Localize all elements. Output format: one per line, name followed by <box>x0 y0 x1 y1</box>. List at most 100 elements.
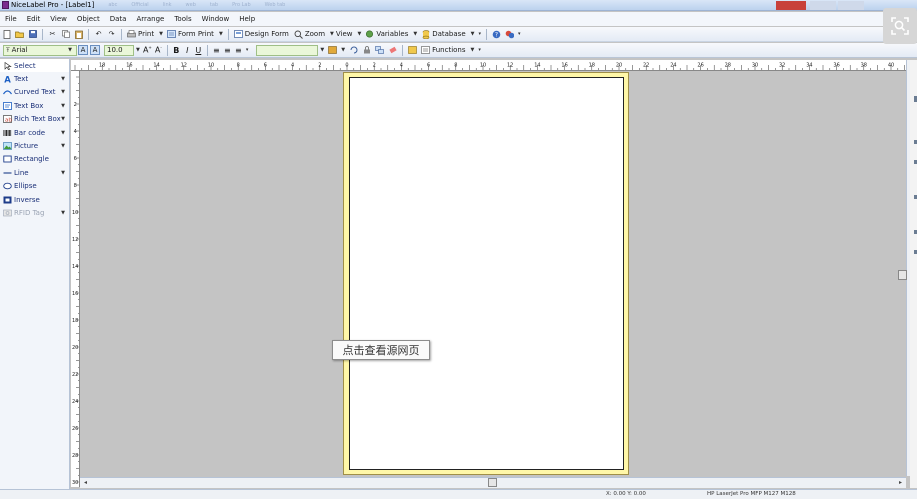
undo-icon[interactable]: ↶ <box>94 30 103 39</box>
chevron-down-icon[interactable]: ▼ <box>136 47 140 53</box>
form-print-icon[interactable] <box>167 30 176 39</box>
menu-data[interactable]: Data <box>105 15 132 23</box>
align-right-button[interactable]: ≡ <box>233 46 244 55</box>
menu-tools[interactable]: Tools <box>169 15 196 23</box>
chevron-down-icon[interactable]: ▼ <box>358 31 362 37</box>
toolbox-item-select[interactable]: Select <box>0 59 69 73</box>
eraser-icon[interactable] <box>388 46 397 55</box>
scroll-right-arrow-icon[interactable]: ▸ <box>899 479 902 486</box>
chevron-down-icon[interactable]: ▼ <box>61 210 65 216</box>
design-form-icon[interactable] <box>233 30 243 39</box>
chevron-down-icon[interactable]: ▼ <box>61 143 65 149</box>
view-source-tooltip[interactable]: 点击查看源网页 <box>332 340 430 360</box>
toolbar-overflow-icon[interactable]: ▾ <box>518 31 521 37</box>
database-button[interactable]: Database <box>432 30 465 38</box>
menu-arrange[interactable]: Arrange <box>131 15 169 23</box>
toolbox-item-inverse[interactable]: Inverse <box>0 193 69 206</box>
font-toggle-b-button[interactable]: A <box>90 45 100 55</box>
toolbox-item-rectangle[interactable]: Rectangle <box>0 153 69 166</box>
grow-font-button[interactable]: A+ <box>142 45 153 55</box>
functions-icon[interactable] <box>421 46 430 55</box>
group-icon[interactable] <box>375 46 384 55</box>
shrink-font-button[interactable]: A- <box>153 45 164 55</box>
ruler-label: 32 <box>779 63 785 69</box>
menu-help[interactable]: Help <box>234 15 260 23</box>
minimize-window-button[interactable] <box>810 1 836 10</box>
chevron-down-icon[interactable]: ▼ <box>61 103 65 109</box>
redo-icon[interactable]: ↷ <box>107 30 116 39</box>
scroll-left-arrow-icon[interactable]: ◂ <box>84 479 87 486</box>
function-wizard-icon[interactable] <box>408 46 417 55</box>
menu-edit[interactable]: Edit <box>22 15 46 23</box>
toolbox-item-label: Picture <box>14 142 39 151</box>
label-printable-area[interactable] <box>349 77 624 470</box>
italic-button[interactable]: I <box>182 46 193 55</box>
help-icon[interactable]: ? <box>492 30 501 39</box>
settings-icon[interactable] <box>505 30 514 39</box>
horizontal-scroll-thumb[interactable] <box>488 478 497 487</box>
chevron-down-icon[interactable]: ▼ <box>61 76 65 82</box>
chevron-down-icon[interactable]: ▼ <box>159 31 163 37</box>
image-search-button[interactable] <box>883 8 917 44</box>
font-size-select[interactable]: 10.0 <box>104 44 134 56</box>
underline-button[interactable]: U <box>193 46 204 55</box>
chevron-down-icon[interactable]: ▼ <box>61 116 65 122</box>
chevron-down-icon[interactable]: ▼ <box>471 31 475 37</box>
variables-button[interactable]: Variables <box>376 30 408 38</box>
chevron-down-icon[interactable]: ▼ <box>330 31 334 37</box>
menu-view[interactable]: View <box>45 15 72 23</box>
chevron-down-icon[interactable]: ▼ <box>219 31 223 37</box>
database-icon[interactable] <box>421 29 430 39</box>
open-folder-icon[interactable] <box>15 30 24 39</box>
menu-window[interactable]: Window <box>197 15 235 23</box>
chevron-down-icon[interactable]: ▼ <box>341 47 345 53</box>
close-window-button[interactable] <box>776 1 806 10</box>
color-tool-icon[interactable] <box>328 46 338 55</box>
toolbox-item-ellipse[interactable]: Ellipse <box>0 180 69 193</box>
toolbar-overflow-icon[interactable]: ▾ <box>478 47 481 53</box>
zoom-icon[interactable] <box>294 30 303 39</box>
rotate-icon[interactable] <box>349 46 358 55</box>
toolbox-item-rich-text-box[interactable]: ab Rich Text Box ▼ <box>0 113 69 126</box>
toolbox-item-curved-text[interactable]: Curved Text ▼ <box>0 86 69 99</box>
toolbox-item-line[interactable]: Line ▼ <box>0 166 69 179</box>
print-button[interactable]: Print <box>138 30 154 38</box>
chevron-down-icon[interactable]: ▼ <box>471 47 475 53</box>
new-file-icon[interactable] <box>2 29 11 39</box>
chevron-down-icon[interactable]: ▼ <box>61 130 65 136</box>
copy-icon[interactable] <box>61 30 70 39</box>
toolbox-item-label: RFID Tag <box>14 208 45 217</box>
cut-icon[interactable]: ✂ <box>48 30 57 39</box>
toolbox-item-text-box[interactable]: Text Box ▼ <box>0 99 69 112</box>
save-icon[interactable] <box>28 30 37 39</box>
vertical-scroll-thumb[interactable] <box>898 270 907 280</box>
form-print-button[interactable]: Form Print <box>178 30 214 38</box>
chevron-down-icon[interactable]: ▼ <box>61 89 65 95</box>
variables-icon[interactable] <box>365 30 374 39</box>
align-center-button[interactable]: ≡ <box>222 46 233 55</box>
toolbox-item-bar-code[interactable]: Bar code ▼ <box>0 126 69 139</box>
chevron-down-icon[interactable]: ▼ <box>61 170 65 176</box>
paste-icon[interactable] <box>74 30 83 39</box>
toolbox-item-text[interactable]: A Text ▼ <box>0 72 69 85</box>
toolbar-overflow-icon[interactable]: ▾ <box>478 31 481 37</box>
zoom-button[interactable]: Zoom <box>305 30 325 38</box>
lock-icon[interactable] <box>362 46 371 55</box>
toolbox-item-rfid-tag[interactable]: RFID Tag ▼ <box>0 206 69 219</box>
toolbox-item-picture[interactable]: Picture ▼ <box>0 139 69 152</box>
menu-object[interactable]: Object <box>72 15 105 23</box>
chevron-down-icon[interactable]: ▼ <box>320 47 324 53</box>
menu-file[interactable]: File <box>0 15 22 23</box>
view-button[interactable]: View <box>336 30 353 38</box>
chevron-down-icon[interactable]: ▼ <box>413 31 417 37</box>
design-form-button[interactable]: Design Form <box>245 30 289 38</box>
style-select[interactable] <box>256 44 319 56</box>
font-toggle-a-button[interactable]: A <box>78 45 88 55</box>
bold-button[interactable]: B <box>171 46 182 55</box>
font-name-select[interactable]: Ŧ Arial ▼ <box>3 44 77 56</box>
align-left-button[interactable]: ≡ <box>211 46 222 55</box>
maximize-window-button[interactable] <box>838 1 864 10</box>
print-icon[interactable] <box>127 30 136 39</box>
functions-button[interactable]: Functions <box>432 46 465 54</box>
toolbar-overflow-icon[interactable]: ▾ <box>246 47 249 53</box>
